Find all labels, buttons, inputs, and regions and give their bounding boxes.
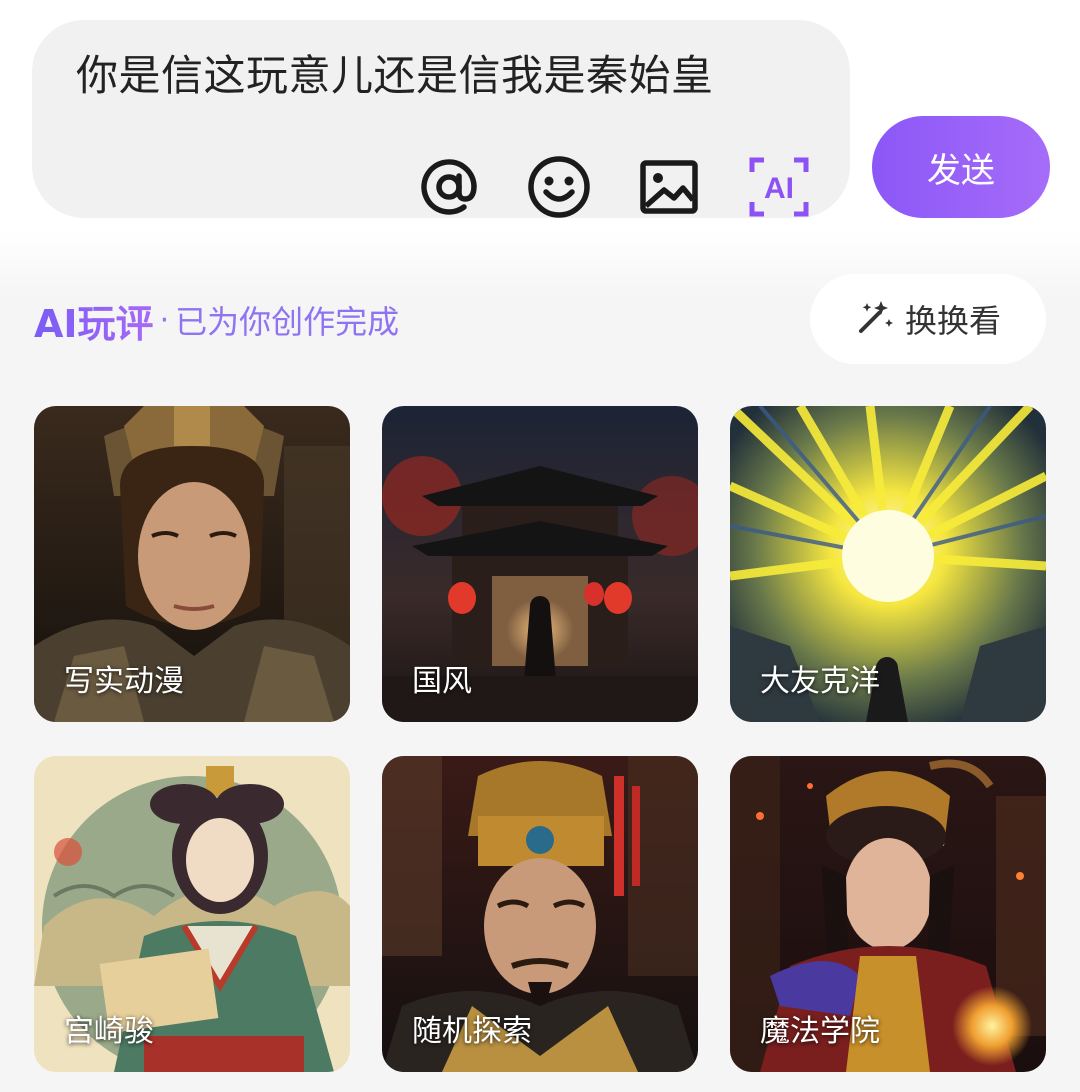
- style-card-miyazaki[interactable]: 宫崎骏: [34, 756, 350, 1072]
- style-card-otomo[interactable]: 大友克洋: [730, 406, 1046, 722]
- page: 你是信这玩意儿还是信我是秦始皇 AI 发送 AI玩评 · 已为你创作完成 换换看…: [0, 0, 1080, 1092]
- at-icon[interactable]: [414, 152, 484, 222]
- ai-review-title: AI玩评: [34, 293, 154, 348]
- card-label: 国风: [412, 664, 472, 699]
- style-card-magic-academy[interactable]: 魔法学院: [730, 756, 1046, 1072]
- send-button-label: 发送: [927, 150, 995, 191]
- ai-icon-label: AI: [764, 172, 794, 205]
- refresh-button[interactable]: 换换看: [810, 274, 1046, 364]
- emoji-icon[interactable]: [524, 152, 594, 222]
- ai-review-header: AI玩评 · 已为你创作完成: [34, 292, 399, 348]
- style-card-realistic-anime[interactable]: 写实动漫: [34, 406, 350, 722]
- refresh-label: 换换看: [904, 302, 1001, 340]
- comment-input-text[interactable]: 你是信这玩意儿还是信我是秦始皇: [76, 42, 714, 103]
- ai-review-separator: ·: [159, 302, 170, 338]
- ai-icon[interactable]: AI: [744, 152, 814, 222]
- send-button[interactable]: 发送: [872, 116, 1050, 218]
- comment-input-box[interactable]: 你是信这玩意儿还是信我是秦始皇 AI: [32, 20, 850, 218]
- card-label: 随机探索: [412, 1014, 532, 1049]
- card-label: 大友克洋: [760, 664, 880, 699]
- style-card-random-explore[interactable]: 随机探索: [382, 756, 698, 1072]
- card-label: 魔法学院: [760, 1014, 880, 1049]
- card-label: 宫崎骏: [64, 1014, 154, 1049]
- ai-review-subtitle: 已为你创作完成: [175, 303, 400, 341]
- magic-wand-icon: [855, 297, 895, 341]
- card-label: 写实动漫: [64, 664, 184, 699]
- image-icon[interactable]: [634, 152, 704, 222]
- style-card-chinese-style[interactable]: 国风: [382, 406, 698, 722]
